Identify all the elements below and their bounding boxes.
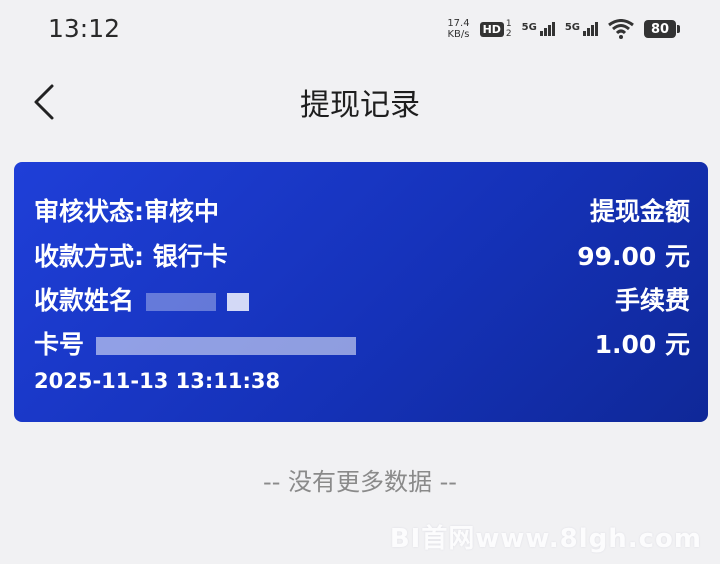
review-status: 审核状态:审核中 <box>34 197 219 226</box>
payment-method: 收款方式: 银行卡 <box>34 242 228 271</box>
amount-label: 提现金额 <box>589 197 690 226</box>
signal-sim2-icon: 5G <box>565 22 598 36</box>
withdrawal-record-card[interactable]: 审核状态:审核中 提现金额 收款方式: 银行卡 99.00 元 收款姓名 手续费… <box>14 162 708 422</box>
record-datetime: 2025-11-13 13:11:38 <box>34 369 281 393</box>
page-title: 提现记录 <box>300 88 420 123</box>
status-bar: 13:12 17.4 KB/s HD 1 2 5G 5G 80 <box>0 0 720 56</box>
amount-value: 99.00 元 <box>577 242 690 271</box>
network-speed: 17.4 KB/s <box>447 18 470 40</box>
status-time: 13:12 <box>48 14 121 43</box>
record-row-method: 收款方式: 银行卡 99.00 元 <box>34 235 690 275</box>
payee-name: 收款姓名 <box>34 281 250 317</box>
record-row-name: 收款姓名 手续费 <box>34 279 690 319</box>
record-row-card: 卡号 1.00 元 <box>34 323 690 363</box>
redacted-card <box>95 337 356 355</box>
signal-sim1-icon: 5G <box>522 22 555 36</box>
card-number: 卡号 <box>34 325 356 361</box>
nav-header: 提现记录 <box>0 56 720 146</box>
fee-label: 手续费 <box>614 286 690 315</box>
redacted-name <box>145 293 216 311</box>
redacted-name-2 <box>227 293 250 311</box>
watermark-text: BI首网www.8lgh.com <box>389 524 702 554</box>
fee-value: 1.00 元 <box>594 330 690 359</box>
no-more-data-text: -- 没有更多数据 -- <box>263 468 457 496</box>
wifi-icon <box>608 19 634 39</box>
hd-voice-icon: HD 1 2 <box>479 19 512 39</box>
battery-icon: 80 <box>644 20 680 38</box>
status-icons: 17.4 KB/s HD 1 2 5G 5G 80 <box>447 14 680 44</box>
record-row-status: 审核状态:审核中 提现金额 <box>34 190 690 230</box>
